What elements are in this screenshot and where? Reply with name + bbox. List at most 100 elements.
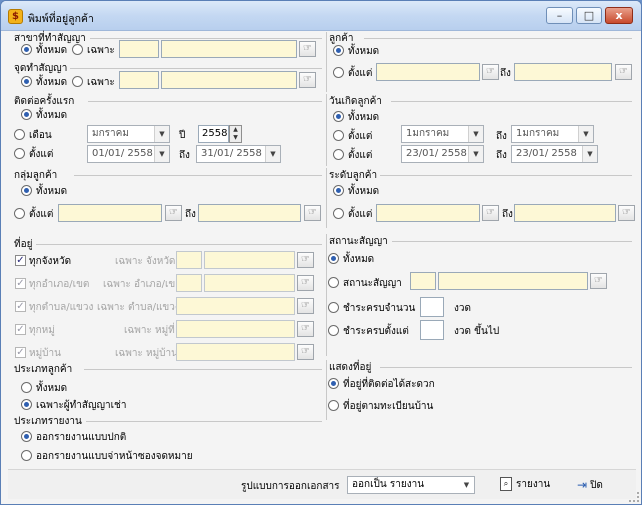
subdistrict-picker-icon[interactable]: ☞ <box>297 298 314 314</box>
contract-point-all-radio[interactable] <box>21 76 32 87</box>
group-divider <box>88 101 322 102</box>
paid-from-installment-input[interactable] <box>420 320 444 340</box>
village-checkbox[interactable]: ✓ <box>15 347 26 358</box>
contract-point-name-field[interactable] <box>161 71 297 89</box>
report-button[interactable]: ⌕ รายงาน <box>500 475 555 495</box>
year-spinner[interactable]: ▲ ▼ <box>229 125 242 143</box>
registered-address-radio[interactable] <box>328 400 339 411</box>
contract-point-code-field[interactable] <box>119 71 159 89</box>
subdistrict-field[interactable] <box>176 297 295 315</box>
customer-group-from-picker-icon[interactable]: ☞ <box>165 205 182 221</box>
chevron-down-icon[interactable]: ▼ <box>468 126 483 142</box>
contract-status-picker-icon[interactable]: ☞ <box>590 273 607 289</box>
resize-grip[interactable] <box>629 492 639 502</box>
paid-exact-radio[interactable] <box>328 302 339 313</box>
moo-picker-icon[interactable]: ☞ <box>297 321 314 337</box>
contact-address-radio[interactable] <box>328 378 339 389</box>
first-contact-month-radio[interactable] <box>14 129 25 140</box>
customer-level-from-picker-icon[interactable]: ☞ <box>482 205 499 221</box>
output-format-value: ออกเป็น รายงาน <box>352 479 425 490</box>
chevron-down-icon[interactable]: ▼ <box>154 146 169 162</box>
branch-name-field[interactable] <box>161 40 297 58</box>
close-window-button[interactable]: x <box>605 7 633 24</box>
paid-exact-installment-input[interactable] <box>420 297 444 317</box>
first-contact-range-radio[interactable] <box>14 148 25 159</box>
customer-from-field[interactable] <box>376 63 480 81</box>
customer-range-radio[interactable] <box>333 67 344 78</box>
contract-status-all-radio[interactable] <box>328 253 339 264</box>
customer-all-radio[interactable] <box>333 45 344 56</box>
close-button[interactable]: ⇥ ปิด <box>577 475 617 495</box>
report-type-group-title: ประเภทรายงาน <box>14 416 82 427</box>
village-field[interactable] <box>176 343 295 361</box>
customer-type-all-radio[interactable] <box>21 382 32 393</box>
all-province-checkbox[interactable]: ✓ <box>15 255 26 266</box>
branch-code-field[interactable] <box>119 40 159 58</box>
district-code-field[interactable] <box>176 274 202 292</box>
province-code-field[interactable] <box>176 251 202 269</box>
birthday-date-to[interactable]: 23/01/ 2558 ▼ <box>511 145 598 163</box>
first-contact-all-radio[interactable] <box>21 109 32 120</box>
chevron-down-icon[interactable]: ▼ <box>468 146 483 162</box>
branch-picker-icon[interactable]: ☞ <box>299 41 316 57</box>
province-name-field[interactable] <box>204 251 295 269</box>
first-contact-date-from[interactable]: 01/01/ 2558 ▼ <box>87 145 170 163</box>
birthday-month-from-select[interactable]: 1มกราคม ▼ <box>401 125 484 143</box>
birthday-date-from[interactable]: 23/01/ 2558 ▼ <box>401 145 484 163</box>
customer-level-to-field[interactable] <box>514 204 616 222</box>
customer-level-from-field[interactable] <box>376 204 480 222</box>
spin-up-icon[interactable]: ▲ <box>230 126 241 134</box>
chevron-down-icon[interactable]: ▼ <box>154 126 169 142</box>
first-contact-year-input[interactable]: 2558 <box>198 125 229 143</box>
customer-group-to-picker-icon[interactable]: ☞ <box>304 205 321 221</box>
customer-group-from-field[interactable] <box>58 204 162 222</box>
chevron-down-icon[interactable]: ▼ <box>265 146 280 162</box>
village-picker-icon[interactable]: ☞ <box>297 344 314 360</box>
contract-point-specific-radio[interactable] <box>72 76 83 87</box>
customer-group-range-radio[interactable] <box>14 208 25 219</box>
customer-level-to-picker-icon[interactable]: ☞ <box>618 205 635 221</box>
contract-status-code-field[interactable] <box>410 272 436 290</box>
chevron-down-icon[interactable]: ▼ <box>459 477 474 493</box>
birthday-month-to-select[interactable]: 1มกราคม ▼ <box>511 125 594 143</box>
all-subdistrict-checkbox[interactable]: ✓ <box>15 301 26 312</box>
moo-field[interactable] <box>176 320 295 338</box>
envelope-report-radio[interactable] <box>21 450 32 461</box>
province-picker-icon[interactable]: ☞ <box>297 252 314 268</box>
birthday-all-radio[interactable] <box>333 111 344 122</box>
normal-report-radio[interactable] <box>21 431 32 442</box>
branch-specific-radio[interactable] <box>72 44 83 55</box>
contract-status-name-field[interactable] <box>438 272 588 290</box>
customer-level-from-label: ตั้งแต่ <box>348 209 373 220</box>
title-bar[interactable]: $ พิมพ์ที่อยู่ลูกค้า – □ x <box>1 1 641 31</box>
district-name-field[interactable] <box>204 274 295 292</box>
birthday-month-range-radio[interactable] <box>333 130 344 141</box>
customer-type-renter-radio[interactable] <box>21 399 32 410</box>
birthday-date-range-radio[interactable] <box>333 149 344 160</box>
first-contact-month-select[interactable]: มกราคม ▼ <box>87 125 170 143</box>
branch-all-radio[interactable] <box>21 44 32 55</box>
all-moo-checkbox[interactable]: ✓ <box>15 324 26 335</box>
chevron-down-icon[interactable]: ▼ <box>582 146 597 162</box>
contract-status-specific-radio[interactable] <box>328 277 339 288</box>
minimize-button[interactable]: – <box>546 7 573 24</box>
customer-from-picker-icon[interactable]: ☞ <box>482 64 499 80</box>
customer-group-to-label: ถึง <box>185 209 196 220</box>
chevron-down-icon[interactable]: ▼ <box>578 126 593 142</box>
paid-from-radio[interactable] <box>328 325 339 336</box>
registered-address-label: ที่อยู่ตามทะเบียนบ้าน <box>343 401 434 412</box>
customer-group-all-radio[interactable] <box>21 185 32 196</box>
contract-status-group-title: สถานะสัญญา <box>329 236 388 247</box>
maximize-button[interactable]: □ <box>576 7 602 24</box>
customer-level-range-radio[interactable] <box>333 208 344 219</box>
customer-to-picker-icon[interactable]: ☞ <box>615 64 632 80</box>
all-district-checkbox[interactable]: ✓ <box>15 278 26 289</box>
first-contact-date-to[interactable]: 31/01/ 2558 ▼ <box>196 145 281 163</box>
customer-level-all-radio[interactable] <box>333 185 344 196</box>
spin-down-icon[interactable]: ▼ <box>230 134 241 142</box>
output-format-select[interactable]: ออกเป็น รายงาน ▼ <box>347 476 475 494</box>
customer-to-field[interactable] <box>514 63 612 81</box>
customer-group-to-field[interactable] <box>198 204 301 222</box>
contract-point-picker-icon[interactable]: ☞ <box>299 72 316 88</box>
district-picker-icon[interactable]: ☞ <box>297 275 314 291</box>
